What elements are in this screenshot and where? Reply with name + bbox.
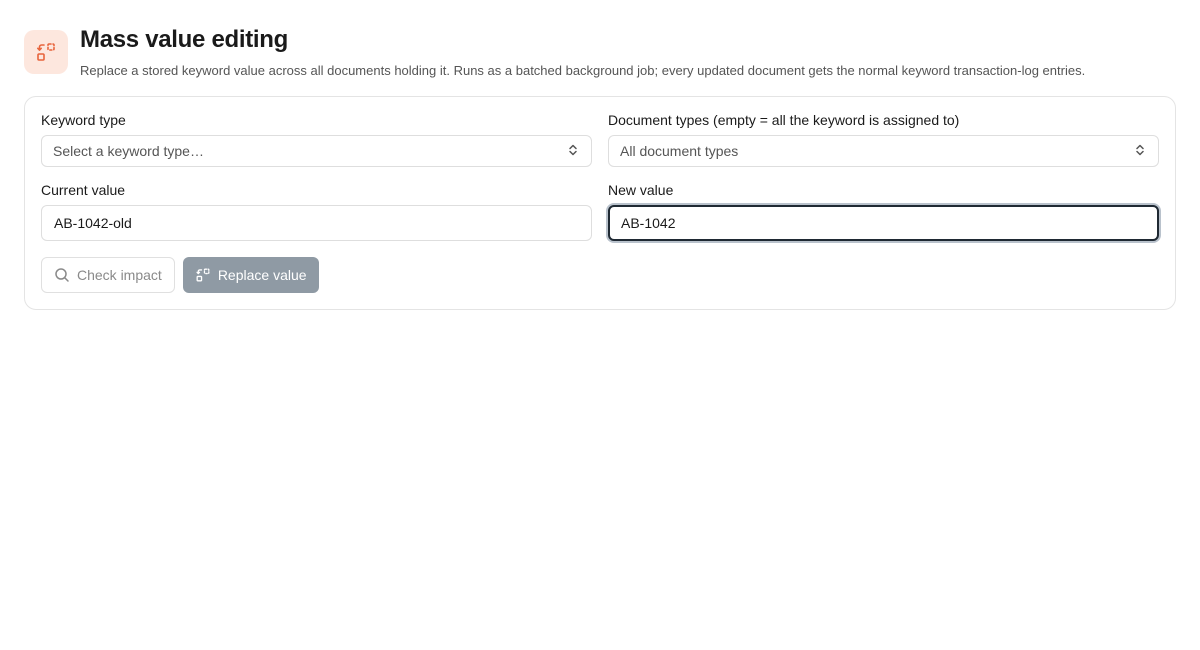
search-icon — [54, 267, 70, 283]
replace-value-button[interactable]: Replace value — [182, 257, 319, 293]
action-buttons: Check impact Replace value — [41, 257, 327, 293]
check-impact-label: Check impact — [77, 267, 162, 283]
page-subtitle: Replace a stored keyword value across al… — [80, 63, 1086, 78]
keyword-type-placeholder: Select a keyword type… — [53, 143, 204, 159]
new-value-label: New value — [608, 182, 674, 198]
keyword-type-label: Keyword type — [41, 112, 126, 128]
new-value-text: AB-1042 — [621, 215, 676, 231]
page-title: Mass value editing — [80, 26, 288, 53]
new-value-input[interactable]: AB-1042 — [608, 205, 1159, 241]
current-value-text: AB-1042-old — [54, 215, 132, 231]
replace-icon — [195, 267, 211, 283]
keyword-type-select[interactable]: Select a keyword type… — [41, 135, 592, 167]
replace-icon — [24, 30, 68, 74]
replace-value-label: Replace value — [217, 267, 307, 283]
page-header: Mass value editing Replace a stored keyw… — [24, 27, 1085, 79]
chevron-up-down-icon — [566, 143, 580, 160]
current-value-label: Current value — [41, 182, 126, 198]
document-types-field: Document types (empty = all the keyword … — [608, 112, 1159, 167]
page: Mass value editing Replace a stored keyw… — [0, 0, 1200, 650]
check-impact-button[interactable]: Check impact — [41, 257, 175, 293]
new-value-field: New value AB-1042 — [608, 182, 1159, 241]
document-types-label: Document types (empty = all the keyword … — [608, 112, 960, 128]
keyword-type-field: Keyword type Select a keyword type… — [41, 112, 592, 167]
chevron-up-down-icon — [1133, 143, 1147, 160]
document-types-value: All document types — [620, 143, 739, 159]
header-text: Mass value editing Replace a stored keyw… — [80, 27, 1085, 79]
current-value-field: Current value AB-1042-old — [41, 182, 592, 241]
document-types-select[interactable]: All document types — [608, 135, 1159, 167]
form-card: Keyword type Select a keyword type… Docu… — [24, 96, 1176, 310]
current-value-input[interactable]: AB-1042-old — [41, 205, 592, 241]
